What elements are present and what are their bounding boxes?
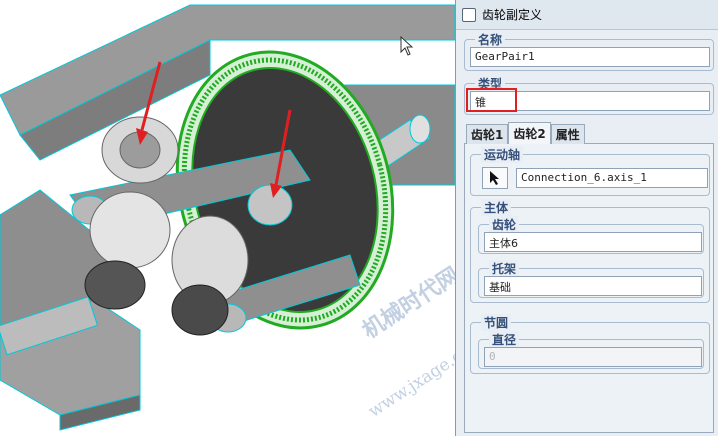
diameter-label: 直径 xyxy=(489,331,520,348)
motion-axis-label: 运动轴 xyxy=(481,146,524,163)
tab-gear2[interactable]: 齿轮2 xyxy=(508,122,551,144)
gear-subgroup-label: 齿轮 xyxy=(489,216,520,233)
cad-viewport[interactable]: 机械时代网 www.jxage.com xyxy=(0,0,455,436)
body-group-label: 主体 xyxy=(481,199,512,216)
motion-axis-field[interactable]: Connection_6.axis_1 xyxy=(516,168,708,188)
dialog-titlebar[interactable]: 齿轮副定义 xyxy=(456,0,718,30)
select-axis-button[interactable] xyxy=(482,167,508,189)
name-input[interactable]: GearPair1 xyxy=(470,47,710,67)
tab-properties[interactable]: 属性 xyxy=(550,124,585,144)
tab-bar: 齿轮1 齿轮2 属性 xyxy=(466,122,585,144)
dialog-title: 齿轮副定义 xyxy=(482,8,543,22)
carrier-subgroup-label: 托架 xyxy=(489,260,520,277)
gear-pair-definition-dialog: 齿轮副定义 名称 GearPair1 类型 锥 齿轮1 齿轮2 属性 运动轴 C… xyxy=(455,0,718,436)
diameter-field[interactable]: 0 xyxy=(484,347,702,367)
carrier-body-field[interactable]: 基础 xyxy=(484,276,702,296)
arrow-pointer-icon xyxy=(490,171,499,185)
gear-assembly-model xyxy=(0,4,455,431)
dialog-icon xyxy=(462,7,476,22)
tab-gear1[interactable]: 齿轮1 xyxy=(466,124,509,144)
gear-body-field[interactable]: 主体6 xyxy=(484,232,702,252)
name-group-label: 名称 xyxy=(475,31,506,48)
highlight-annotation-box xyxy=(466,88,517,112)
pitch-circle-label: 节圆 xyxy=(481,314,512,331)
